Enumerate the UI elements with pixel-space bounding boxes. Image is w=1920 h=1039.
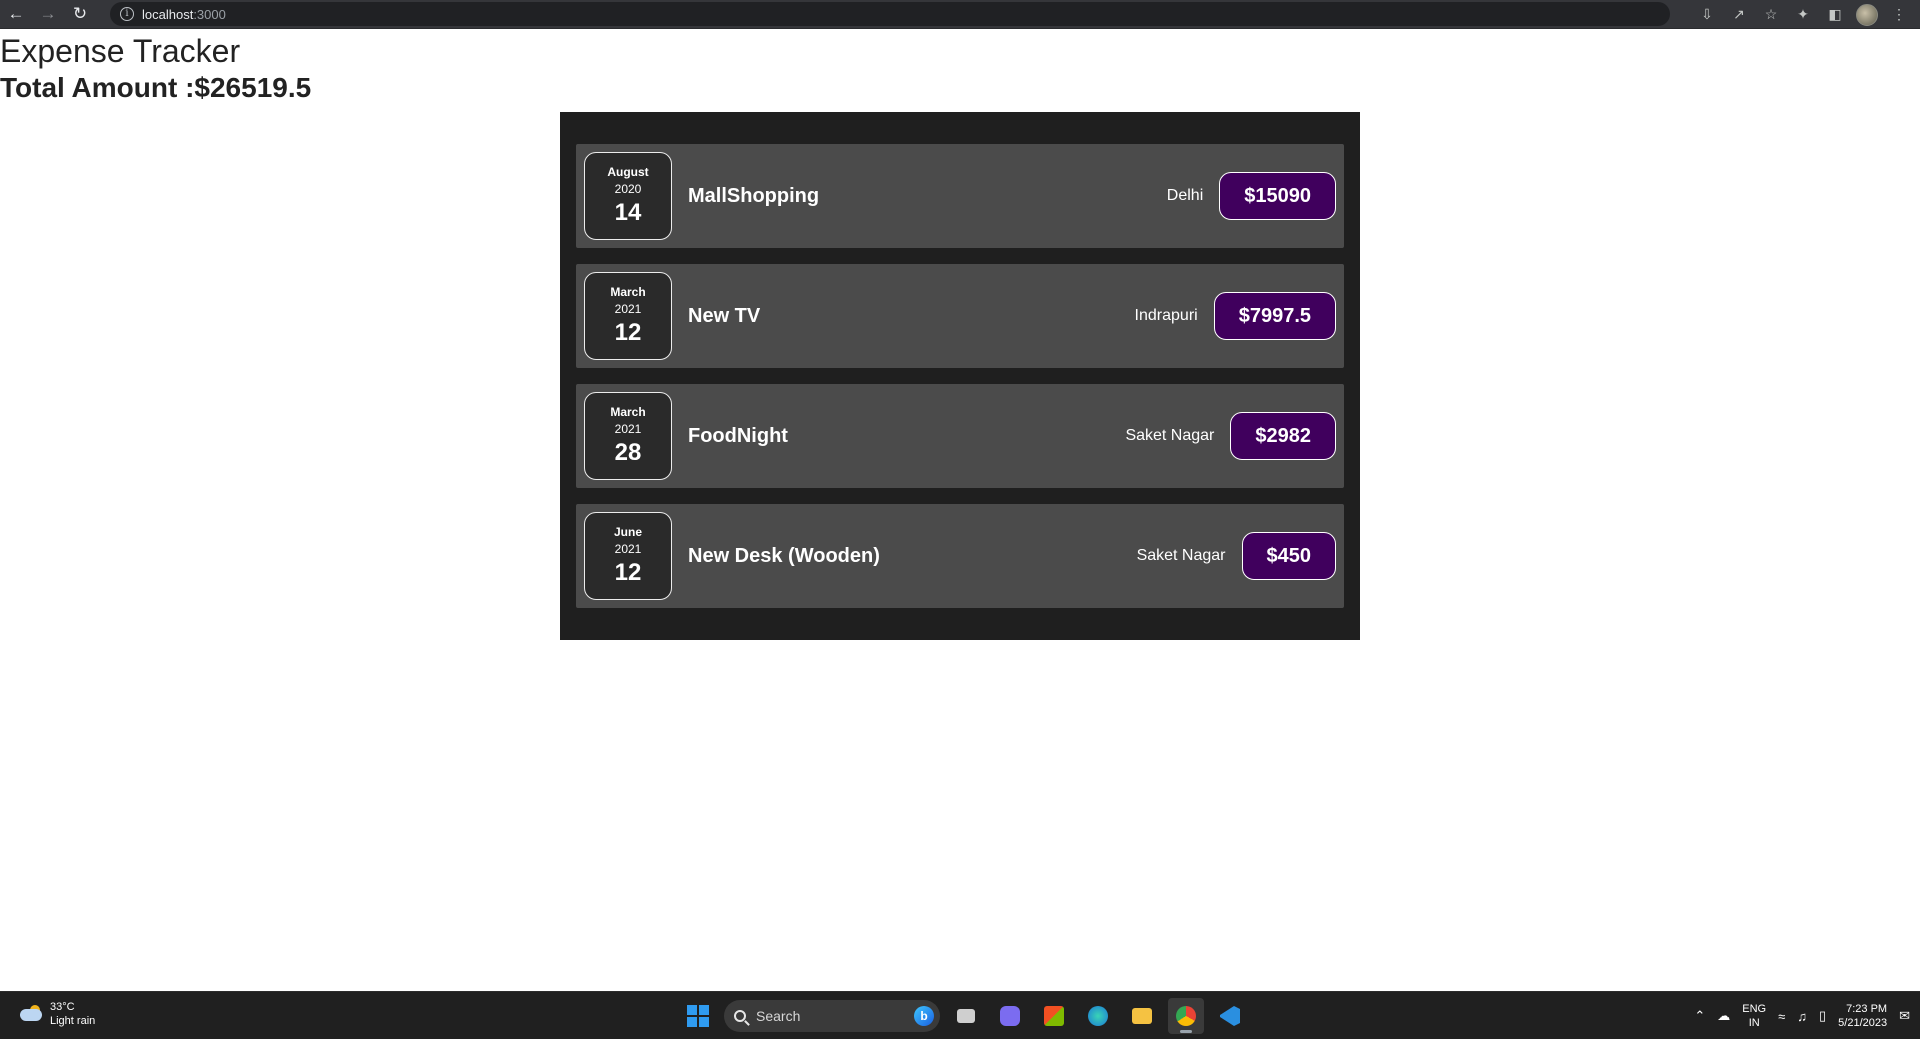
expense-amount: $450 xyxy=(1241,532,1336,580)
expense-day: 14 xyxy=(614,199,642,226)
folder-icon xyxy=(1132,1008,1152,1024)
expense-title: MallShopping xyxy=(688,184,820,207)
expense-date: August 2020 14 xyxy=(584,152,672,240)
expense-location: Saket Nagar xyxy=(1125,427,1215,444)
expense-day: 28 xyxy=(614,439,642,466)
expense-date: March 2021 12 xyxy=(584,272,672,360)
url-port: :3000 xyxy=(193,6,226,22)
clock-date: 5/21/2023 xyxy=(1838,1017,1888,1029)
total-amount: Total Amount :$26519.5 xyxy=(0,72,312,103)
weather-rain-icon xyxy=(18,1003,44,1025)
expenses-list: August 2020 14 MallShopping Delhi $15090… xyxy=(560,112,1360,640)
start-button[interactable] xyxy=(680,998,716,1034)
arrow-right-icon: → xyxy=(39,4,57,23)
lang-bottom: IN xyxy=(1748,1017,1760,1029)
chrome-icon xyxy=(1176,1006,1196,1026)
expense-date: June 2021 12 xyxy=(584,512,672,600)
install-icon[interactable]: ⇩ xyxy=(1692,0,1722,29)
battery-icon[interactable]: ▯ xyxy=(1819,1008,1826,1024)
notification-bell-icon[interactable]: ✉ xyxy=(1899,1008,1910,1024)
weather-text: 33°C Light rain xyxy=(50,1000,95,1028)
clock[interactable]: 7:23 PM 5/21/2023 xyxy=(1838,1002,1887,1030)
menu-kebab-icon[interactable]: ⋮ xyxy=(1884,0,1914,29)
expense-title: New Desk (Wooden) xyxy=(688,544,880,567)
expense-day: 12 xyxy=(614,559,642,586)
expense-year: 2021 xyxy=(614,302,642,316)
expense-location: Saket Nagar xyxy=(1136,547,1226,564)
vscode-button[interactable] xyxy=(1212,998,1248,1034)
page-title: Expense Tracker xyxy=(0,33,241,69)
expense-title: FoodNight xyxy=(688,424,788,447)
share-icon[interactable]: ↗ xyxy=(1724,0,1754,29)
expense-year: 2021 xyxy=(614,542,642,556)
expense-item: August 2020 14 MallShopping Delhi $15090 xyxy=(576,144,1344,248)
taskbar-apps: Search b xyxy=(680,998,1248,1034)
side-panel-icon[interactable]: ◧ xyxy=(1820,0,1850,29)
task-view-button[interactable] xyxy=(948,998,984,1034)
clock-time: 7:23 PM xyxy=(1846,1003,1888,1015)
expense-item: March 2021 28 FoodNight Saket Nagar $298… xyxy=(576,384,1344,488)
expense-year: 2021 xyxy=(614,422,642,436)
windows-taskbar: 33°C Light rain Search b ⌃ ☁ ENG IN ≈ ♫ … xyxy=(0,991,1920,1039)
expense-item: March 2021 12 New TV Indrapuri $7997.5 xyxy=(576,264,1344,368)
volume-icon[interactable]: ♫ xyxy=(1797,1009,1807,1024)
bookmark-star-icon[interactable]: ☆ xyxy=(1756,0,1786,29)
store-button[interactable] xyxy=(1036,998,1072,1034)
toolbar-actions: ⇩ ↗ ☆ ✦ ◧ ⋮ xyxy=(1692,0,1920,29)
expense-day: 12 xyxy=(614,319,642,346)
expense-title: New TV xyxy=(688,304,761,327)
weather-desc: Light rain xyxy=(50,1015,96,1027)
profile-avatar[interactable] xyxy=(1852,0,1882,29)
expense-date: March 2021 28 xyxy=(584,392,672,480)
extensions-icon[interactable]: ✦ xyxy=(1788,0,1818,29)
weather-widget[interactable]: 33°C Light rain xyxy=(18,1000,95,1028)
chevron-up-icon[interactable]: ⌃ xyxy=(1694,1008,1705,1024)
browser-toolbar: ← → ↻ i localhost:3000 ⇩ ↗ ☆ ✦ ◧ ⋮ xyxy=(0,0,1920,29)
system-tray: ⌃ ☁ ENG IN ≈ ♫ ▯ 7:23 PM 5/21/2023 ✉ xyxy=(1694,998,1910,1034)
windows-logo-icon xyxy=(687,1005,709,1027)
edge-icon xyxy=(1088,1006,1108,1026)
page-content: Expense Tracker Total Amount :$26519.5 xyxy=(0,30,1920,106)
expense-location: Delhi xyxy=(1166,187,1204,204)
task-view-icon xyxy=(957,1009,975,1023)
url-host: localhost xyxy=(142,6,194,22)
expense-amount: $7997.5 xyxy=(1213,292,1336,340)
expense-month: March xyxy=(610,405,646,419)
forward-button[interactable]: → xyxy=(32,0,64,29)
chrome-button[interactable] xyxy=(1168,998,1204,1034)
address-bar[interactable]: i localhost:3000 xyxy=(110,2,1670,26)
expense-location: Indrapuri xyxy=(1134,307,1198,324)
store-icon xyxy=(1044,1006,1064,1026)
lang-top: ENG xyxy=(1742,1003,1767,1015)
search-icon xyxy=(734,1010,746,1022)
wifi-icon[interactable]: ≈ xyxy=(1778,1009,1785,1024)
teams-chat-icon xyxy=(1000,1006,1020,1026)
arrow-left-icon: ← xyxy=(7,4,25,23)
weather-temp: 33°C xyxy=(50,1001,75,1013)
reload-button[interactable]: ↻ xyxy=(64,0,96,29)
back-button[interactable]: ← xyxy=(0,0,32,29)
expense-amount: $2982 xyxy=(1230,412,1336,460)
language-indicator[interactable]: ENG IN xyxy=(1742,1002,1766,1030)
teams-chat-button[interactable] xyxy=(992,998,1028,1034)
vscode-icon xyxy=(1220,1006,1240,1026)
expense-amount: $15090 xyxy=(1219,172,1336,220)
expense-month: June xyxy=(613,525,642,539)
edge-button[interactable] xyxy=(1080,998,1116,1034)
taskbar-search[interactable]: Search b xyxy=(724,1000,940,1032)
info-icon[interactable]: i xyxy=(120,7,134,21)
expense-month: March xyxy=(610,285,646,299)
avatar xyxy=(1856,3,1878,26)
url-text: localhost:3000 xyxy=(142,7,226,22)
reload-icon: ↻ xyxy=(72,4,88,23)
expense-month: August xyxy=(607,165,649,179)
bing-icon[interactable]: b xyxy=(914,1006,934,1026)
expense-year: 2020 xyxy=(614,182,642,196)
search-placeholder: Search xyxy=(756,1008,801,1024)
onedrive-icon[interactable]: ☁ xyxy=(1717,1008,1730,1024)
expense-item: June 2021 12 New Desk (Wooden) Saket Nag… xyxy=(576,504,1344,608)
file-explorer-button[interactable] xyxy=(1124,998,1160,1034)
